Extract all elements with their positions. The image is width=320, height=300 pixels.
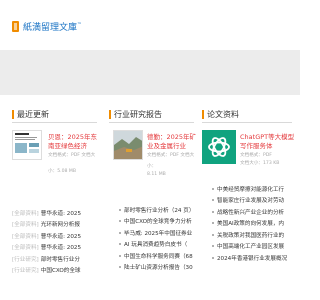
card-meta: 文档格式：PDF 文档大 小： 8.11 MB: [147, 153, 195, 177]
list-item[interactable]: 中国生命科学服务同赛（68: [119, 250, 199, 262]
list-item[interactable]: AI 玩具消费趋势白皮书（: [119, 239, 199, 251]
list-item[interactable]: [行业研究] 部时零售行业分: [12, 253, 100, 265]
card-meta: 文档格式：PDF 文档大小：173 KB: [240, 153, 280, 166]
list-item[interactable]: 美国AI政策的向何发展，内: [212, 218, 296, 230]
section-title-recent: 最近更新: [12, 108, 49, 120]
banner-band: [0, 50, 300, 95]
title-accent-bar: [109, 109, 111, 119]
bullet-icon: [119, 243, 121, 246]
list-item[interactable]: [全部资料] 曹华永道: 2025: [12, 242, 100, 254]
list-item[interactable]: 2024年香港银行业发展概况: [212, 252, 296, 264]
document-thumbnail[interactable]: [113, 130, 143, 160]
section-title-industry: 行业研究报告: [109, 108, 162, 120]
papers-list: 中美经贸摩擦对能源化工行 智能家庄行业发展及对劳动 战略性新兴产业企业的分析 美…: [212, 183, 296, 264]
list-item[interactable]: [全部资料] 曹华永道: 2025: [12, 207, 100, 219]
bullet-icon: [212, 222, 214, 225]
bullet-icon: [212, 210, 214, 213]
logo-text: 紙満留理文庫™: [23, 22, 83, 33]
list-item[interactable]: 战略性新兴产业企业的分析: [212, 206, 296, 218]
mining-photo-icon: [114, 131, 142, 159]
bullet-icon: [212, 256, 214, 259]
recent-list: [全部资料] 曹华永道: 2025 [全部资料] 光环新网分析报 [全部资料] 曹华永…: [12, 207, 100, 276]
list-item[interactable]: 中国高端化工产业园区发展: [212, 241, 296, 253]
card-meta: 文档格式：PDF 文档大 小：5.08 MB: [48, 153, 96, 174]
header: 紙満留理文庫™: [0, 0, 300, 50]
chatgpt-logo-icon: [208, 137, 230, 157]
card-title-link[interactable]: 德勤：2025年矿业及金属行业: [147, 133, 197, 151]
list-item[interactable]: 智能家庄行业发展及对劳动: [212, 195, 296, 207]
divider: [109, 122, 194, 123]
list-item[interactable]: [全部资料] 光环新网分析报: [12, 219, 100, 231]
bullet-icon: [119, 254, 121, 257]
list-item[interactable]: 部时零售行业分析（24 页）: [119, 204, 199, 216]
list-item[interactable]: 陆士矿山资源分析报告（30: [119, 262, 199, 274]
list-item[interactable]: [行业研究] 中国CXO的全球: [12, 265, 100, 277]
document-thumbnail[interactable]: [12, 130, 42, 160]
divider: [12, 122, 97, 123]
bullet-icon: [212, 245, 214, 248]
list-item[interactable]: 中美经贸摩擦对能源化工行: [212, 183, 296, 195]
divider: [202, 122, 292, 123]
site-logo[interactable]: 紙満留理文庫™: [12, 20, 82, 33]
card-title-link[interactable]: ChatGPT等大模型写作服务体: [240, 133, 295, 151]
section-title-text: 最近更新: [17, 109, 49, 119]
bullet-icon: [119, 231, 121, 234]
section-title-papers: 论文资料: [202, 108, 239, 120]
title-accent-bar: [12, 109, 14, 119]
bullet-icon: [119, 220, 121, 223]
bullet-icon: [212, 199, 214, 202]
list-item[interactable]: 毕马威: 2025年中国征券业: [119, 227, 199, 239]
document-thumbnail[interactable]: [202, 130, 236, 164]
list-item[interactable]: 关税政策对我国医药行业的: [212, 229, 296, 241]
section-title-text: 论文资料: [207, 109, 239, 119]
list-item[interactable]: [全部资料] 曹华永道: 2025: [12, 230, 100, 242]
list-item[interactable]: 中国CXO的全球竞争力分析: [119, 216, 199, 228]
bullet-icon: [119, 208, 121, 211]
document-preview-icon: [13, 131, 41, 159]
logo-icon: [12, 21, 19, 32]
bullet-icon: [212, 233, 214, 236]
section-title-text: 行业研究报告: [114, 109, 162, 119]
card-title-link[interactable]: 贝恩：2025年东南亚绿色经济: [48, 133, 103, 151]
title-accent-bar: [202, 109, 204, 119]
industry-list: 部时零售行业分析（24 页） 中国CXO的全球竞争力分析 毕马威: 2025年中…: [119, 204, 199, 273]
bullet-icon: [119, 266, 121, 269]
bullet-icon: [212, 187, 214, 190]
